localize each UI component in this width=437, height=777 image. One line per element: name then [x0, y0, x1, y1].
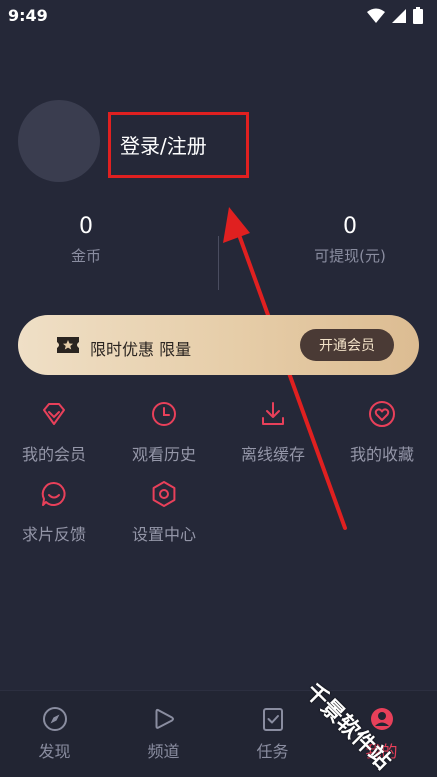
menu-watch-history[interactable]: 观看历史 — [110, 400, 218, 465]
open-vip-button[interactable]: 开通会员 — [300, 329, 394, 361]
nav-tab-tasks[interactable]: 任务 — [218, 705, 327, 762]
menu-my-vip[interactable]: 我的会员 — [0, 400, 108, 465]
ticket-icon — [57, 337, 79, 353]
nav-label: 频道 — [147, 742, 180, 761]
menu-label: 我的收藏 — [349, 445, 414, 464]
compass-icon — [42, 707, 67, 731]
settings-hexagon-icon — [152, 481, 176, 507]
diamond-icon — [43, 403, 65, 425]
menu-label: 观看历史 — [131, 445, 196, 464]
annotation-arrow — [223, 207, 347, 530]
download-icon — [262, 402, 284, 425]
menu-offline-cache[interactable]: 离线缓存 — [219, 400, 327, 465]
chat-smile-icon — [41, 481, 66, 506]
task-icon — [262, 708, 283, 731]
menu-request-feedback[interactable]: 求片反馈 — [0, 480, 108, 545]
menu-settings-center[interactable]: 设置中心 — [110, 480, 218, 545]
nav-tab-channels[interactable]: 频道 — [109, 705, 218, 762]
vip-promo-text: 限时优惠 限量 — [90, 340, 192, 359]
menu-label: 求片反馈 — [21, 525, 86, 544]
play-icon — [155, 708, 174, 729]
clock-icon — [152, 402, 176, 426]
menu-my-favorites[interactable]: 我的收藏 — [328, 400, 436, 465]
menu-label: 设置中心 — [131, 525, 196, 544]
nav-label: 发现 — [38, 742, 71, 761]
menu-label: 我的会员 — [21, 445, 86, 464]
heart-icon — [369, 401, 395, 427]
nav-tab-discover[interactable]: 发现 — [0, 705, 109, 762]
nav-label: 任务 — [256, 742, 289, 761]
menu-label: 离线缓存 — [240, 445, 305, 464]
